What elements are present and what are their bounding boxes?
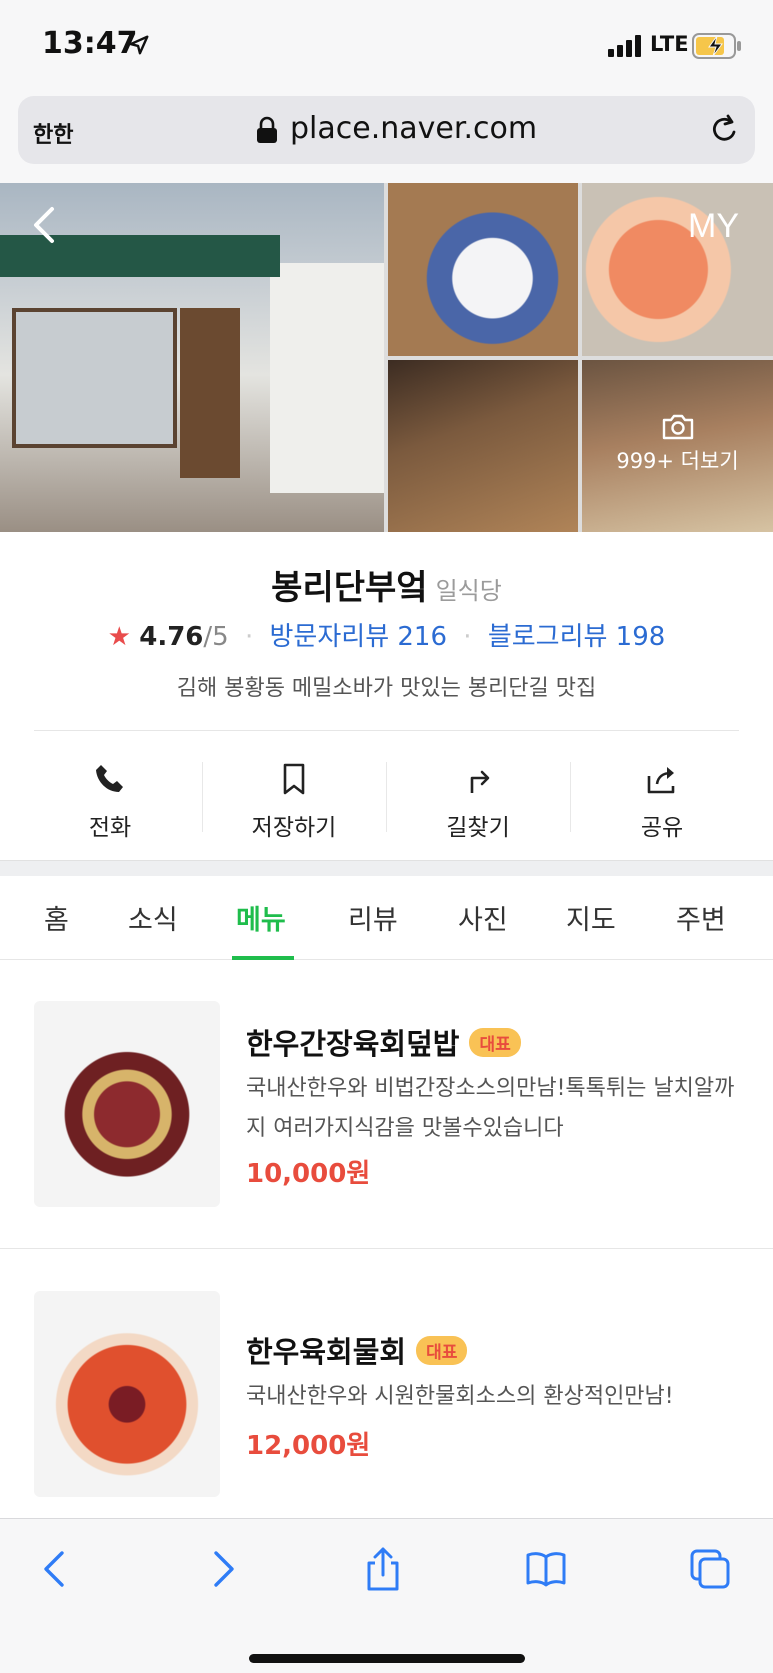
text-size-button[interactable]: 한한 [33, 117, 73, 149]
share-label: 공유 [640, 815, 684, 841]
share-button[interactable]: 공유 [570, 752, 754, 852]
location-arrow-icon [129, 35, 149, 55]
signature-badge: 대표 [416, 1335, 468, 1365]
tabs-icon[interactable] [688, 1547, 732, 1591]
tab-home[interactable]: 홈 [44, 898, 69, 937]
store-window [12, 308, 177, 448]
menu-item-title: 한우간장육회덮밥 대표 [246, 1021, 521, 1063]
menu-item-description: 국내산한우와 비법간장소스의만남!톡톡튀는 날치알까지 여러가지식감을 맛볼수있… [246, 1076, 735, 1141]
food-photo-sashimi-bowl[interactable] [388, 183, 578, 356]
rating-value: 4.76 [139, 622, 204, 652]
tab-map[interactable]: 지도 [566, 898, 616, 937]
tab-nearby[interactable]: 주변 [676, 898, 726, 937]
browser-toolbar [0, 1518, 773, 1673]
star-icon: ★ [107, 622, 131, 652]
url-text[interactable]: place.naver.com [290, 111, 537, 146]
building-wall [270, 263, 384, 493]
address-bar[interactable]: 한한 place.naver.com [18, 96, 755, 164]
save-button[interactable]: 저장하기 [202, 752, 386, 852]
signature-badge: 대표 [469, 1027, 521, 1057]
photo-grid: MY 999+ 더보기 [0, 183, 773, 532]
visitor-reviews-link[interactable]: 방문자리뷰 216 [270, 622, 448, 652]
active-tab-indicator [232, 956, 294, 960]
network-type: LTE [650, 32, 689, 56]
menu-item[interactable]: 한우간장육회덮밥 대표 국내산한우와 비법간장소스의만남!톡톡튀는 날치알까지 여… [0, 961, 773, 1251]
browser-address-area: 한한 place.naver.com [0, 92, 773, 183]
bookmarks-icon[interactable] [524, 1547, 568, 1591]
home-indicator[interactable] [249, 1654, 525, 1663]
lock-icon [257, 116, 277, 143]
tab-reviews[interactable]: 리뷰 [348, 898, 398, 937]
share-sheet-icon[interactable] [361, 1547, 405, 1591]
back-icon[interactable] [34, 1547, 78, 1591]
call-label: 전화 [88, 815, 132, 841]
forward-icon[interactable] [200, 1547, 244, 1591]
battery-charging-icon [692, 33, 741, 59]
directions-label: 길찾기 [446, 815, 510, 841]
signal-bars-icon [608, 35, 641, 57]
reload-icon[interactable] [706, 112, 742, 148]
phone-icon [96, 765, 123, 792]
menu-item-name: 한우간장육회덮밥 [246, 1027, 460, 1061]
tab-news[interactable]: 소식 [128, 898, 178, 937]
tab-menu[interactable]: 메뉴 [236, 898, 286, 937]
status-time: 13:47 [42, 26, 138, 61]
place-category: 일식당 [435, 577, 502, 605]
menu-item[interactable]: 한우육회물회 대표 국내산한우와 시원한물회소스의 환상적인만남! 12,000원 [0, 1249, 773, 1539]
share-icon [647, 767, 675, 794]
more-photos-label: 999+ 더보기 [616, 449, 739, 473]
tab-photos[interactable]: 사진 [458, 898, 508, 937]
save-label: 저장하기 [251, 815, 337, 841]
food-photo-soba-set[interactable] [388, 360, 578, 532]
menu-item-photo [34, 1291, 220, 1497]
directions-button[interactable]: 길찾기 [386, 752, 570, 852]
my-button[interactable]: MY [688, 207, 739, 246]
menu-item-name: 한우육회물회 [246, 1335, 407, 1369]
camera-icon [662, 414, 693, 440]
directions-icon [470, 770, 490, 793]
menu-item-price: 10,000원 [246, 1159, 371, 1189]
divider [34, 730, 739, 731]
blog-reviews-link[interactable]: 블로그리뷰 198 [488, 622, 666, 652]
menu-item-photo [34, 1001, 220, 1207]
bookmark-icon [283, 763, 305, 795]
call-button[interactable]: 전화 [18, 752, 202, 852]
separator-dot: · [244, 622, 254, 652]
place-title-row: 봉리단부엌 일식당 [0, 560, 773, 609]
section-gap [0, 860, 773, 876]
menu-item-description: 국내산한우와 시원한물회소스의 환상적인만남! [246, 1384, 674, 1409]
rating-max: /5 [203, 622, 229, 652]
more-photos-button[interactable]: 999+ 더보기 [582, 413, 773, 475]
place-name: 봉리단부엌 [271, 568, 428, 608]
menu-item-price: 12,000원 [246, 1431, 371, 1461]
back-arrow-icon[interactable] [28, 205, 62, 245]
place-meta-row: ★ 4.76/5 · 방문자리뷰 216 · 블로그리뷰 198 [0, 616, 773, 653]
place-description: 김해 봉황동 메밀소바가 맛있는 봉리단길 맛집 [176, 676, 597, 701]
action-bar: 전화 저장하기 길찾기 공유 [18, 752, 755, 852]
menu-item-title: 한우육회물회 대표 [246, 1329, 468, 1371]
food-photo-salmon[interactable] [582, 183, 773, 356]
status-bar: 13:47 LTE [0, 0, 773, 92]
tab-bar: 홈 소식 메뉴 리뷰 사진 지도 주변 [0, 876, 773, 960]
separator-dot: · [463, 622, 472, 652]
place-info: 봉리단부엌 일식당 ★ 4.76/5 · 방문자리뷰 216 · 블로그리뷰 19… [0, 532, 773, 860]
store-door [180, 308, 240, 478]
